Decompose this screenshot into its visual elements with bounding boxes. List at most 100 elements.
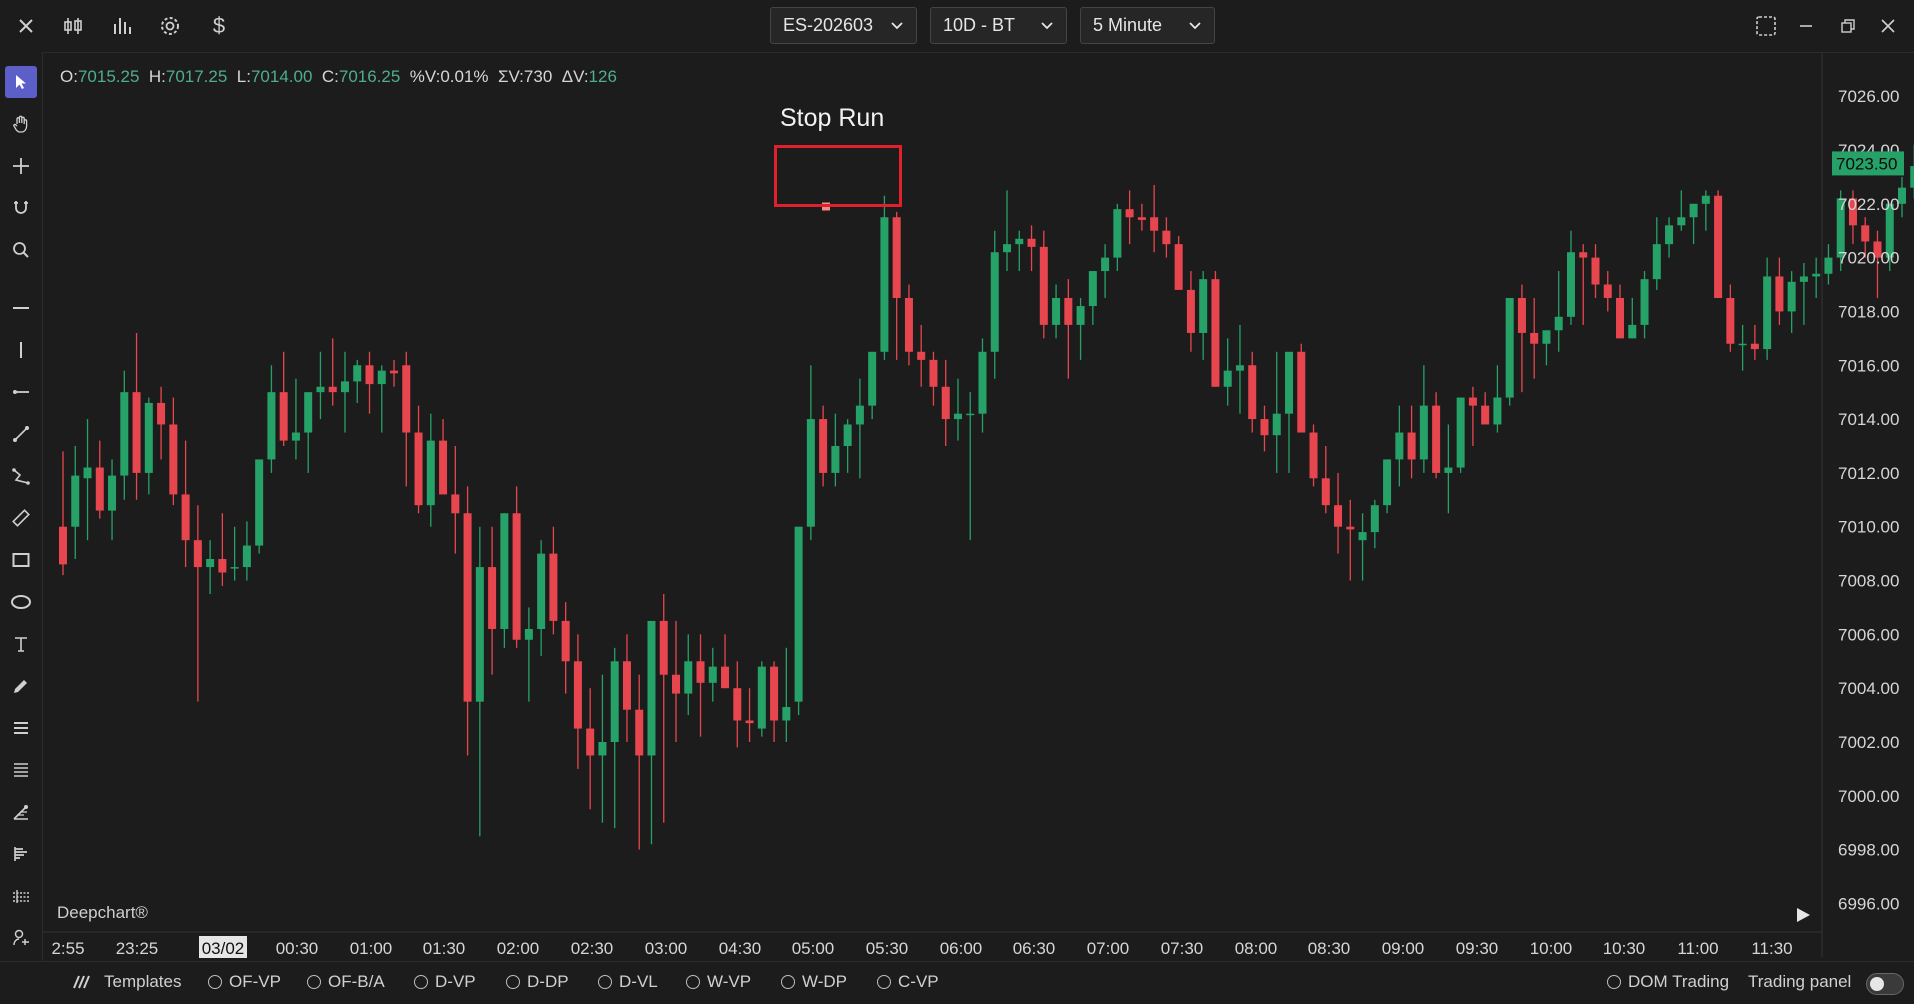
candle-body — [549, 553, 558, 621]
sum-volume-label: ΣV: — [497, 67, 524, 86]
candle-body — [1726, 297, 1735, 344]
price-chart[interactable]: 7026.007024.007022.007020.007018.007016.… — [0, 0, 1914, 1003]
candle — [1603, 271, 1612, 312]
candle — [95, 440, 104, 519]
candle-body — [279, 392, 288, 441]
templates-label: Templates — [104, 972, 182, 991]
open-label: O: — [60, 67, 78, 86]
candle — [708, 647, 717, 702]
candle — [1015, 230, 1024, 272]
candle — [855, 378, 864, 479]
candle-body — [537, 553, 546, 629]
candle-body — [1260, 419, 1269, 436]
study-label: OF-VP — [229, 972, 281, 991]
percent-volume-value: 0.01% — [440, 67, 489, 86]
candle-body — [1248, 365, 1257, 420]
candle — [242, 521, 251, 581]
candle-body — [586, 728, 595, 756]
price-tick-label: 6996.00 — [1838, 894, 1899, 913]
study-toggle-of-ba[interactable]: OF-B/A — [307, 972, 385, 992]
candle-body — [353, 365, 362, 382]
radio-icon — [307, 975, 321, 989]
candle — [1039, 230, 1048, 339]
candle-body — [1787, 281, 1796, 312]
candle-body — [672, 674, 680, 694]
candle — [684, 634, 693, 716]
candle — [1076, 297, 1085, 360]
study-toggle-w-vp[interactable]: W-VP — [686, 972, 751, 992]
candle-body — [451, 494, 460, 514]
dom-trading-toggle[interactable]: DOM Trading — [1607, 972, 1729, 992]
candle-body — [941, 386, 950, 420]
trading-panel-switch[interactable] — [1866, 973, 1904, 995]
candle-body — [83, 467, 92, 479]
candle — [745, 688, 754, 743]
candle — [1309, 424, 1318, 487]
candle-body — [1665, 225, 1674, 245]
price-tick-label: 7004.00 — [1838, 679, 1899, 698]
study-label: D-DP — [527, 972, 569, 991]
candle-body — [488, 567, 497, 629]
close-value: 7016.25 — [338, 67, 401, 86]
radio-icon — [1607, 975, 1621, 989]
candle-body — [1652, 244, 1661, 280]
templates-button[interactable]: Templates — [70, 972, 181, 992]
candle-body — [917, 351, 926, 360]
low-label: L: — [236, 67, 251, 86]
candle-body — [316, 386, 325, 393]
study-toggle-d-dp[interactable]: D-DP — [506, 972, 569, 992]
candle-body — [794, 526, 803, 702]
candle-body — [1456, 397, 1465, 468]
study-toggle-d-vl[interactable]: D-VL — [598, 972, 658, 992]
candle-body — [1812, 273, 1821, 277]
candle-body — [377, 370, 386, 385]
candle-body — [218, 559, 227, 573]
candle — [1505, 297, 1514, 406]
candle — [353, 359, 362, 403]
candle — [1750, 324, 1759, 360]
candle-body — [610, 661, 619, 743]
study-toggle-d-vp[interactable]: D-VP — [414, 972, 476, 992]
candle — [929, 351, 938, 406]
candle — [193, 505, 202, 702]
price-tick-label: 7026.00 — [1838, 87, 1899, 106]
candle — [1419, 365, 1428, 473]
study-toggle-c-vp[interactable]: C-VP — [877, 972, 939, 992]
price-tick-label: 7014.00 — [1838, 410, 1899, 429]
candle-body — [1566, 252, 1575, 317]
play-icon[interactable] — [1792, 904, 1814, 926]
candle-body — [880, 217, 889, 352]
candle — [1395, 405, 1404, 487]
price-tick-label: 7006.00 — [1838, 625, 1899, 644]
candle — [59, 451, 67, 576]
candle — [1591, 244, 1600, 298]
study-label: W-VP — [707, 972, 752, 991]
candle-body — [1910, 166, 1914, 188]
candle-body — [622, 661, 631, 710]
candle-body — [1088, 271, 1097, 307]
candle — [1714, 190, 1723, 298]
candle-body — [1052, 297, 1061, 325]
candle — [831, 413, 840, 487]
candle — [1677, 190, 1686, 231]
radio-icon — [208, 975, 222, 989]
stop-run-annotation-label[interactable]: Stop Run — [780, 104, 884, 133]
study-toggle-w-dp[interactable]: W-DP — [781, 972, 847, 992]
candle — [218, 513, 227, 586]
price-tick-label: 7008.00 — [1838, 572, 1899, 591]
candle — [1052, 284, 1061, 339]
candle — [304, 392, 313, 473]
candle — [561, 602, 570, 694]
candle-body — [598, 742, 607, 756]
candle-body — [561, 620, 570, 662]
candle — [966, 392, 975, 541]
study-toggle-of-vp[interactable]: OF-VP — [208, 972, 281, 992]
candle-body — [71, 475, 80, 527]
candle — [757, 661, 766, 737]
candle-body — [819, 419, 828, 473]
candle — [181, 440, 190, 568]
candle-body — [1309, 432, 1318, 479]
stop-run-annotation-box[interactable] — [774, 145, 902, 207]
candle — [917, 324, 926, 387]
candle-body — [157, 402, 166, 425]
